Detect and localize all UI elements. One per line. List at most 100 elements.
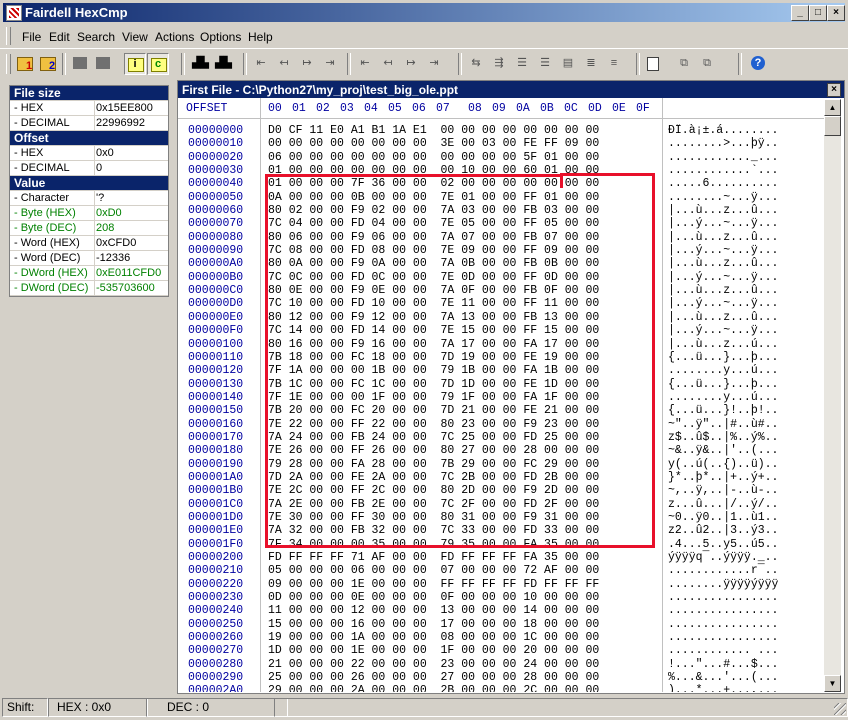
row-hex-bytes[interactable]: 06 00 00 00 00 00 00 00 00 00 00 00 5F 0… — [268, 151, 599, 164]
prev-diff-icon[interactable]: ↤ — [274, 53, 294, 73]
row-ascii[interactable]: ............r¯.. — [668, 564, 778, 577]
row-hex-bytes[interactable]: 19 00 00 00 1A 00 00 00 08 00 00 00 1C 0… — [268, 631, 599, 644]
info-icon[interactable]: i — [124, 53, 146, 75]
hex-view-close-button[interactable]: × — [827, 83, 841, 97]
open-file-1-icon[interactable]: 1 — [14, 53, 34, 73]
row-hex-bytes[interactable]: 00 00 00 00 00 00 00 00 3E 00 03 00 FE F… — [268, 137, 599, 150]
row-ascii[interactable]: !..."...#...$... — [668, 658, 778, 671]
first-diff-icon[interactable]: ⇤ — [251, 53, 271, 73]
row-ascii[interactable]: {...ü...}...þ... — [668, 351, 778, 364]
compare-icon[interactable]: c — [147, 53, 169, 75]
row-ascii[interactable]: |...ù...z...û... — [668, 311, 778, 324]
last-diff-icon[interactable]: ⇥ — [320, 53, 340, 73]
row-ascii[interactable]: )...*...+...,... — [668, 684, 778, 692]
last-block-icon[interactable]: ⇥ — [424, 53, 444, 73]
align-right-icon[interactable]: ☰ — [535, 53, 555, 73]
row-ascii[interactable]: ~&..ÿ&..|'..(... — [668, 444, 778, 457]
row-ascii[interactable]: }*..þ*..|+..ý+.. — [668, 471, 778, 484]
scroll-up-button[interactable]: ▲ — [824, 99, 841, 116]
row-ascii[interactable]: ýÿÿÿq¯..ýÿÿÿ._.. — [668, 551, 778, 564]
row-hex-bytes[interactable]: 29 00 00 00 2A 00 00 00 2B 00 00 00 2C 0… — [268, 684, 599, 692]
row-ascii[interactable]: ~"..ÿ"..|#..ù#.. — [668, 418, 778, 431]
row-ascii[interactable]: ~0..ÿ0..|1..ù1.. — [668, 511, 778, 524]
row-ascii[interactable]: |...ù...z...û... — [668, 257, 778, 270]
merge-icon[interactable]: ⇶ — [489, 53, 509, 73]
row-ascii[interactable]: ............`... — [668, 164, 778, 177]
row-hex-bytes[interactable]: FD FF FF FF 71 AF 00 00 FD FF FF FF FA 3… — [268, 551, 599, 564]
hex-row[interactable]: 00000210 05 00 00 00 06 00 00 00 07 00 00… — [178, 564, 824, 577]
hex-row[interactable]: 00000020 06 00 00 00 00 00 00 00 00 00 00… — [178, 151, 824, 164]
row-ascii[interactable]: ~,..ÿ,..|-..ù-.. — [668, 484, 778, 497]
menu-help[interactable]: Help — [248, 30, 273, 44]
row-hex-bytes[interactable]: 09 00 00 00 1E 00 00 00 FF FF FF FF FD F… — [268, 578, 599, 591]
row-ascii[interactable]: ............ ... — [668, 644, 778, 657]
menu-actions[interactable]: Actions — [155, 30, 194, 44]
row-ascii[interactable]: ................ — [668, 591, 778, 604]
row-ascii[interactable]: {...ü...}!..þ!.. — [668, 404, 778, 417]
maximize-button[interactable]: □ — [809, 5, 827, 21]
hex-row[interactable]: 00000280 21 00 00 00 22 00 00 00 23 00 00… — [178, 658, 824, 671]
row-ascii[interactable]: z2..û2..|3..ý3.. — [668, 524, 778, 537]
menu-view[interactable]: View — [122, 30, 148, 44]
hex-row[interactable]: 00000290 25 00 00 00 26 00 00 00 27 00 00… — [178, 671, 824, 684]
row-hex-bytes[interactable]: 05 00 00 00 06 00 00 00 07 00 00 00 72 A… — [268, 564, 599, 577]
hex-row[interactable]: 00000000 D0 CF 11 E0 A1 B1 1A E1 00 00 00… — [178, 124, 824, 137]
row-hex-bytes[interactable]: 11 00 00 00 12 00 00 00 13 00 00 00 14 0… — [268, 604, 599, 617]
row-hex-bytes[interactable]: 25 00 00 00 26 00 00 00 27 00 00 00 28 0… — [268, 671, 599, 684]
hex-row[interactable]: 00000230 0D 00 00 00 0E 00 00 00 0F 00 00… — [178, 591, 824, 604]
square-icon[interactable] — [70, 53, 90, 73]
hex-row[interactable]: 00000200 FD FF FF FF 71 AF 00 00 FD FF FF… — [178, 551, 824, 564]
stop-icon[interactable] — [93, 53, 113, 73]
row-hex-bytes[interactable]: 21 00 00 00 22 00 00 00 23 00 00 00 24 0… — [268, 658, 599, 671]
row-ascii[interactable]: ................ — [668, 618, 778, 631]
first-block-icon[interactable]: ⇤ — [355, 53, 375, 73]
row-ascii[interactable]: |...ù...z...û... — [668, 204, 778, 217]
row-hex-bytes[interactable]: D0 CF 11 E0 A1 B1 1A E1 00 00 00 00 00 0… — [268, 124, 599, 137]
copy-right-icon[interactable]: ⧉ — [697, 53, 717, 73]
row-ascii[interactable]: |...ý...~...ÿ... — [668, 324, 778, 337]
copy-left-icon[interactable]: ⧉ — [674, 53, 694, 73]
row-ascii[interactable]: z...û...|/..ý/.. — [668, 498, 778, 511]
hex-row[interactable]: 00000260 19 00 00 00 1A 00 00 00 08 00 00… — [178, 631, 824, 644]
row-ascii[interactable]: ........y...ú... — [668, 391, 778, 404]
row-ascii[interactable]: ................ — [668, 631, 778, 644]
minimize-button[interactable]: _ — [791, 5, 809, 21]
row-ascii[interactable]: |...ý...~...ÿ... — [668, 217, 778, 230]
row-ascii[interactable]: ........y...ú... — [668, 364, 778, 377]
row-ascii[interactable]: .4...5..y5..ú5.. — [668, 538, 778, 551]
hex-row[interactable]: 00000270 1D 00 00 00 1E 00 00 00 1F 00 00… — [178, 644, 824, 657]
row-ascii[interactable]: {...ü...}...þ... — [668, 378, 778, 391]
close-button[interactable]: × — [827, 5, 845, 21]
row-ascii[interactable]: ........>...þÿ.. — [668, 137, 778, 150]
vertical-scrollbar[interactable]: ▲ ▼ — [824, 99, 841, 692]
row-ascii[interactable]: |...ý...~...ÿ... — [668, 297, 778, 310]
row-ascii[interactable]: ........~...ÿ... — [668, 191, 778, 204]
menu-options[interactable]: Options — [200, 30, 241, 44]
row-ascii[interactable]: z$..û$..|%..ý%.. — [668, 431, 778, 444]
scroll-down-button[interactable]: ▼ — [824, 675, 841, 692]
menu-edit[interactable]: Edit — [49, 30, 70, 44]
hex-row[interactable]: 00000010 00 00 00 00 00 00 00 00 3E 00 03… — [178, 137, 824, 150]
row-ascii[interactable]: |...ý...~...ÿ... — [668, 244, 778, 257]
row-hex-bytes[interactable]: 15 00 00 00 16 00 00 00 17 00 00 00 18 0… — [268, 618, 599, 631]
row-ascii[interactable]: |...ù...z...û... — [668, 231, 778, 244]
next-block-icon[interactable]: ↦ — [401, 53, 421, 73]
open-file-2-icon[interactable]: 2 — [37, 53, 57, 73]
row-ascii[interactable]: .....6.......... — [668, 177, 778, 190]
row-ascii[interactable]: %...&...'...(... — [668, 671, 778, 684]
hex-row[interactable]: 00000220 09 00 00 00 1E 00 00 00 FF FF FF… — [178, 578, 824, 591]
align-left-icon[interactable]: ☰ — [512, 53, 532, 73]
row-ascii[interactable]: |...ù...z...û... — [668, 284, 778, 297]
row-ascii[interactable]: ............_... — [668, 151, 778, 164]
row-ascii[interactable]: ................ — [668, 604, 778, 617]
row-ascii[interactable]: ........ÿÿÿÿýÿÿÿ — [668, 578, 778, 591]
help-icon[interactable]: ? — [748, 53, 768, 73]
list-icon[interactable]: ≣ — [581, 53, 601, 73]
row-ascii[interactable]: |...ù...z...ú... — [668, 338, 778, 351]
row-ascii[interactable]: y(..ú(..{)..ü).. — [668, 458, 778, 471]
find-icon[interactable]: ▟▙ — [189, 53, 209, 73]
next-diff-icon[interactable]: ↦ — [297, 53, 317, 73]
page-icon[interactable] — [644, 53, 664, 73]
hex-row[interactable]: 000002A0 29 00 00 00 2A 00 00 00 2B 00 00… — [178, 684, 824, 692]
find-next-icon[interactable]: ▟▙ — [212, 53, 232, 73]
